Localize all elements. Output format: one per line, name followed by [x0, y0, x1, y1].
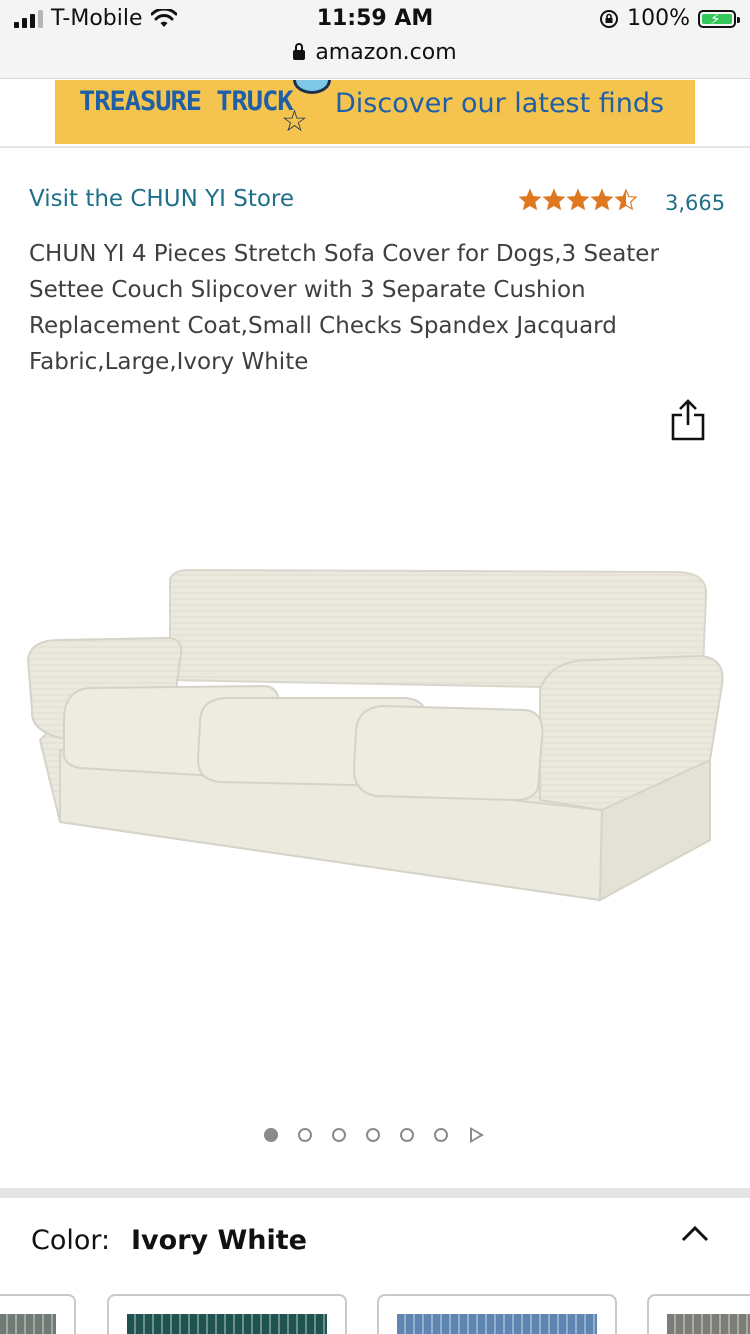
play-video-icon[interactable]	[468, 1126, 486, 1144]
pager-dot[interactable]	[264, 1128, 278, 1142]
color-label: Color:	[31, 1225, 111, 1256]
pager-dot[interactable]	[366, 1128, 380, 1142]
divider	[0, 146, 750, 148]
color-swatch[interactable]	[0, 1294, 76, 1334]
color-swatch[interactable]	[107, 1294, 347, 1334]
url-text: amazon.com	[315, 40, 457, 65]
status-bar: T-Mobile 11:59 AM 100% ⚡ amazon.com	[0, 0, 750, 79]
image-pager	[0, 1126, 750, 1144]
share-icon[interactable]	[670, 398, 706, 442]
chevron-up-icon[interactable]	[681, 1220, 709, 1248]
swatch-texture	[127, 1314, 327, 1334]
banner-title: TREASURE TRUCK	[79, 86, 294, 117]
banner-tagline: Discover our latest finds	[335, 88, 665, 119]
swatch-texture	[0, 1314, 56, 1334]
battery-icon: ⚡	[698, 9, 740, 28]
pager-dot[interactable]	[400, 1128, 414, 1142]
orientation-lock-icon	[600, 9, 619, 28]
pager-dot[interactable]	[332, 1128, 346, 1142]
color-value: Ivory White	[131, 1225, 307, 1256]
treasure-truck-banner[interactable]: TREASURE TRUCK ☆ Discover our latest fin…	[55, 80, 695, 144]
color-swatch[interactable]	[647, 1294, 750, 1334]
star-rating-icon	[519, 189, 637, 210]
banner-circle-graphic	[293, 80, 331, 94]
pager-dot[interactable]	[434, 1128, 448, 1142]
product-image-sofa[interactable]	[20, 560, 730, 920]
star-icon: ☆	[281, 104, 308, 139]
product-title: CHUN YI 4 Pieces Stretch Sofa Cover for …	[29, 241, 659, 375]
status-bar-right: 100% ⚡	[599, 6, 740, 31]
section-divider	[0, 1188, 750, 1198]
color-swatch[interactable]	[377, 1294, 617, 1334]
store-link[interactable]: Visit the CHUN YI Store	[29, 186, 294, 212]
battery-percent: 100%	[627, 6, 690, 31]
rating-stars[interactable]	[518, 188, 638, 212]
color-swatch-list	[0, 1290, 750, 1334]
lock-icon	[293, 43, 306, 60]
pager-dot[interactable]	[298, 1128, 312, 1142]
swatch-texture	[667, 1314, 750, 1334]
swatch-texture	[397, 1314, 597, 1334]
rating-count[interactable]: 3,665	[665, 191, 725, 215]
address-bar[interactable]: amazon.com	[0, 40, 750, 65]
